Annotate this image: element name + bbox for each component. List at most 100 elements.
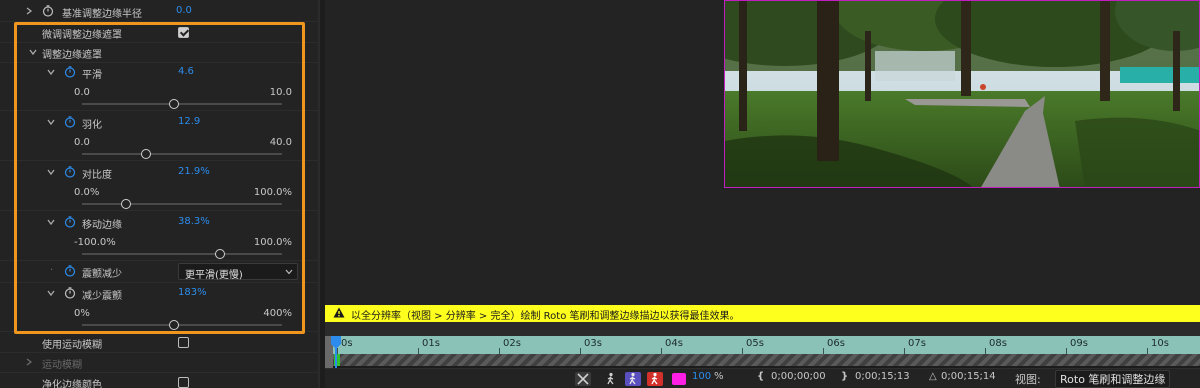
chevron-down-icon[interactable] [46, 288, 56, 298]
chevron-down-icon [285, 269, 293, 275]
param-label: 移动边缘 [82, 220, 122, 231]
feather-param: 羽化 12.9 0.0 40.0 [0, 113, 318, 161]
in-time[interactable]: 0;00;00;00 [771, 371, 826, 382]
slider-min-label: 0% [74, 308, 90, 319]
group-label: 运动模糊 [42, 360, 82, 371]
timeline-navigator[interactable] [325, 322, 1200, 336]
slider-knob[interactable] [121, 199, 131, 209]
show-overlay-button[interactable] [647, 372, 663, 386]
param-label: 平滑 [82, 70, 102, 81]
ruler-tick-label: 03s [584, 338, 602, 349]
param-value[interactable]: 12.9 [178, 116, 200, 127]
slider-max-label: 10.0 [269, 87, 292, 98]
slider-knob[interactable] [169, 320, 179, 330]
fine-tune-refine-matte-row: 微调调整边缘遮罩 [0, 23, 318, 43]
slider-max-label: 400% [263, 308, 292, 319]
playhead-line[interactable] [335, 348, 337, 368]
slider-min-label: 0.0 [74, 87, 90, 98]
base-refine-radius-row[interactable]: 基准调整边缘半径 0.0 [0, 2, 318, 22]
refine-matte-group-row[interactable]: 调整边缘遮罩 [0, 43, 318, 63]
slider-track[interactable] [82, 253, 282, 255]
duration-icon: △ [929, 371, 937, 382]
stopwatch-icon[interactable] [64, 166, 76, 178]
timeline[interactable]: 0s 01s 02s 03s 04s 05s 06s 07s 08s 09s 10s [325, 322, 1200, 368]
ruler-tick-label: 05s [746, 338, 764, 349]
in-point-icon[interactable]: { [757, 371, 764, 382]
chevron-down-icon[interactable] [46, 217, 56, 227]
slider-track[interactable] [82, 203, 282, 205]
walking-figure-icon [607, 372, 614, 385]
contrast-param: 对比度 21.9% 0.0% 100.0% [0, 163, 318, 211]
param-value[interactable]: 4.6 [178, 66, 194, 77]
chevron-right-icon[interactable] [24, 6, 34, 16]
show-alpha-button[interactable] [625, 372, 641, 386]
view-dropdown[interactable]: Roto 笔刷和调整边缘 [1055, 370, 1171, 388]
decontaminate-edge-colors-row: 净化边缘颜色 [0, 373, 318, 388]
figure-overlay-icon [651, 372, 658, 385]
duration: 0;00;15;14 [941, 371, 996, 382]
shift-edge-param: 移动边缘 38.3% -100.0% 100.0% [0, 213, 318, 261]
out-point-icon[interactable]: } [841, 371, 848, 382]
stopwatch-icon[interactable] [64, 265, 76, 277]
slider-max-label: 100.0% [253, 237, 292, 248]
warning-bar: 以全分辨率（视图 > 分辨率 > 完全）绘制 Roto 笔刷和调整边缘描边以获得… [325, 305, 1200, 322]
param-value[interactable]: 38.3% [178, 216, 210, 227]
slider-max-label: 40.0 [269, 137, 292, 148]
param-value[interactable]: 21.9% [178, 166, 210, 177]
ruler-tick-label: 01s [422, 338, 440, 349]
slider-min-label: 0.0% [74, 187, 100, 198]
view-label: 视图: [1015, 373, 1041, 386]
dot-icon: · [50, 265, 54, 276]
stopwatch-icon[interactable] [64, 66, 76, 78]
ruler-tick-label: 08s [989, 338, 1007, 349]
param-label: 微调调整边缘遮罩 [42, 30, 122, 41]
slider-track[interactable] [82, 153, 282, 155]
stopwatch-icon[interactable] [42, 5, 54, 17]
chevron-down-icon[interactable] [46, 167, 56, 177]
stopwatch-icon[interactable] [64, 287, 76, 299]
param-label: 减少震颤 [82, 291, 122, 302]
roto-span-track[interactable] [333, 354, 1200, 366]
param-value[interactable]: 183% [178, 287, 207, 298]
ruler-tick-label: 10s [1151, 338, 1169, 349]
param-value[interactable]: 0.0 [176, 5, 192, 16]
slider-knob[interactable] [141, 149, 151, 159]
warning-icon [333, 307, 345, 318]
use-motion-blur-row: 使用运动模糊 [0, 333, 318, 353]
param-label: 对比度 [82, 170, 112, 181]
ruler-tick-label: 04s [665, 338, 683, 349]
video-frame[interactable] [724, 0, 1200, 188]
chatter-reduction-dropdown[interactable]: 更平滑(更慢) [178, 263, 298, 281]
use-motion-blur-checkbox[interactable] [178, 337, 189, 348]
out-time[interactable]: 0;00;15;13 [855, 371, 910, 382]
stopwatch-icon[interactable] [64, 116, 76, 128]
ruler-tick-label: 09s [1070, 338, 1088, 349]
park-scene-image [725, 1, 1199, 187]
reduce-chatter-param: 减少震颤 183% 0% 400% [0, 284, 318, 332]
fine-tune-refine-matte-checkbox[interactable] [178, 27, 189, 38]
overlay-opacity-value[interactable]: 100 [692, 371, 711, 382]
slider-knob[interactable] [169, 99, 179, 109]
chevron-right-icon[interactable] [24, 357, 34, 367]
chevron-down-icon[interactable] [28, 47, 38, 57]
figure-alpha-icon [629, 372, 636, 385]
stopwatch-icon[interactable] [64, 216, 76, 228]
time-ruler[interactable]: 0s 01s 02s 03s 04s 05s 06s 07s 08s 09s 10s [333, 336, 1200, 354]
param-label: 基准调整边缘半径 [62, 9, 142, 20]
chevron-down-icon[interactable] [46, 67, 56, 77]
overlay-color-swatch[interactable] [672, 373, 686, 385]
roto-brush-button[interactable] [603, 372, 619, 386]
motion-blur-group-row[interactable]: 运动模糊 [0, 353, 318, 373]
group-label: 调整边缘遮罩 [42, 50, 102, 61]
warning-text: 以全分辨率（视图 > 分辨率 > 完全）绘制 Roto 笔刷和调整边缘描边以获得… [351, 311, 740, 322]
viewer-toolbar: 100 % { 0;00;00;00 } 0;00;15;13 △ 0;00;1… [325, 368, 1200, 388]
decontaminate-edge-colors-checkbox[interactable] [178, 377, 189, 388]
slider-knob[interactable] [215, 249, 225, 259]
slider-track[interactable] [82, 324, 282, 326]
toggle-transparency-button[interactable] [575, 372, 591, 386]
chevron-down-icon[interactable] [46, 117, 56, 127]
transparency-icon [577, 373, 589, 385]
slider-track[interactable] [82, 103, 282, 105]
ruler-tick-label: 07s [908, 338, 926, 349]
smooth-param: 平滑 4.6 0.0 10.0 [0, 63, 318, 111]
